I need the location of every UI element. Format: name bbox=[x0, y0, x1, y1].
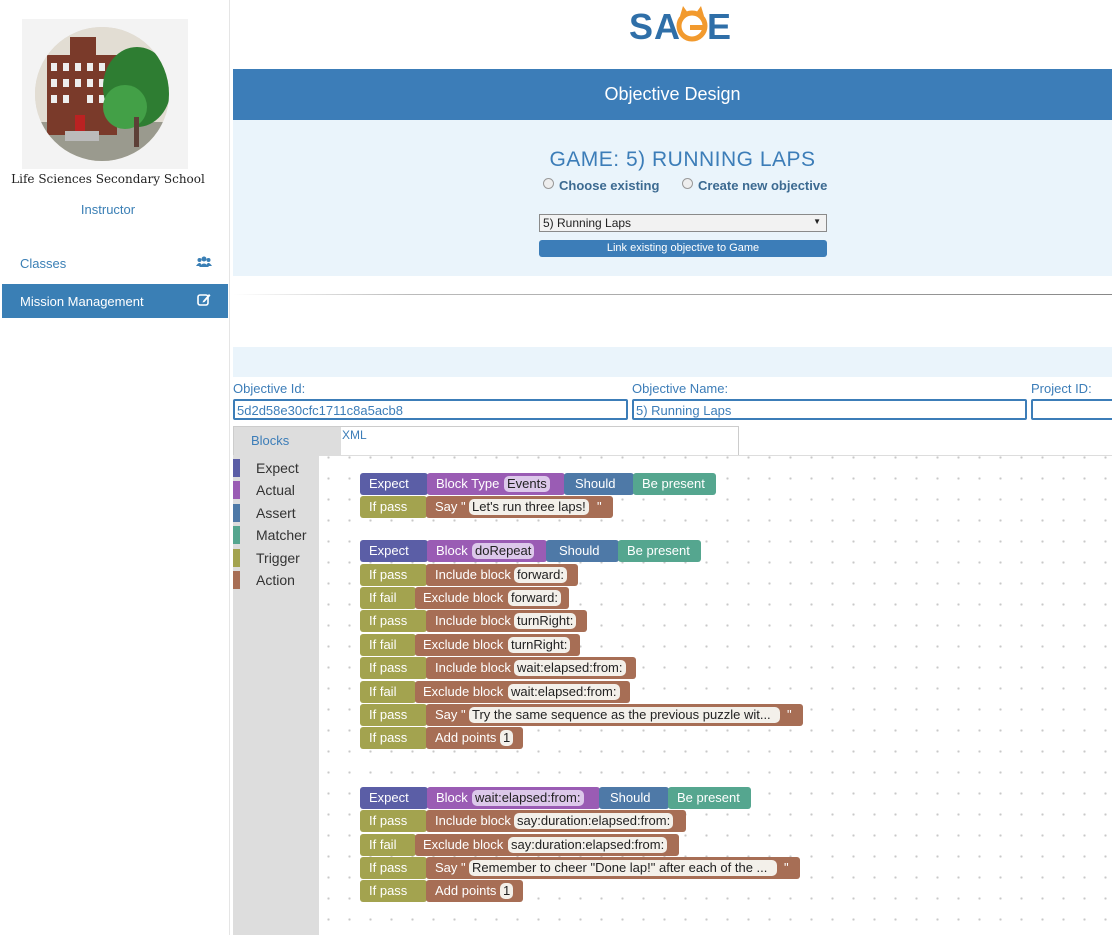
form-header-panel bbox=[233, 347, 1112, 377]
points-value[interactable]: 1 bbox=[500, 883, 514, 899]
editor-tabs: Blocks XML bbox=[233, 426, 739, 457]
should-block[interactable]: Should bbox=[546, 540, 619, 562]
add-points-block[interactable]: Add points 1 bbox=[426, 880, 523, 902]
be-present-block[interactable]: Be present bbox=[668, 787, 751, 809]
say-block[interactable]: Say " Try the same sequence as the previo… bbox=[426, 704, 803, 726]
say-text[interactable]: Remember to cheer "Done lap!" after each… bbox=[469, 860, 777, 876]
if-pass-block[interactable]: If pass bbox=[360, 657, 427, 679]
if-pass-block[interactable]: If pass bbox=[360, 496, 427, 518]
be-present-block[interactable]: Be present bbox=[633, 473, 716, 495]
tab-xml[interactable]: XML bbox=[342, 428, 367, 442]
if-fail-block[interactable]: If fail bbox=[360, 634, 416, 656]
include-block[interactable]: Include block turnRight: bbox=[426, 610, 587, 632]
if-pass-block[interactable]: If pass bbox=[360, 564, 427, 586]
include-value[interactable]: forward: bbox=[514, 567, 567, 583]
objective-name-field[interactable]: 5) Running Laps bbox=[632, 399, 1027, 420]
project-id-field[interactable] bbox=[1031, 399, 1112, 420]
exclude-block[interactable]: Exclude block say:duration:elapsed:from: bbox=[415, 834, 679, 856]
sidebar-item-mission-management[interactable]: Mission Management bbox=[2, 284, 228, 318]
category-label: Actual bbox=[256, 482, 295, 498]
say-text[interactable]: Let's run three laps! bbox=[469, 499, 589, 515]
block-type-value[interactable]: Events bbox=[504, 476, 550, 492]
if-pass-block[interactable]: If pass bbox=[360, 880, 427, 902]
create-new-option[interactable]: Create new objective bbox=[682, 178, 827, 193]
exclude-block[interactable]: Exclude block forward: bbox=[415, 587, 569, 609]
objective-select[interactable]: 5) Running Laps ▼ bbox=[539, 214, 827, 232]
users-icon bbox=[196, 254, 212, 270]
category-label: Assert bbox=[256, 505, 296, 521]
exclude-block[interactable]: Exclude block turnRight: bbox=[415, 634, 580, 656]
points-value[interactable]: 1 bbox=[500, 730, 514, 746]
select-value: 5) Running Laps bbox=[543, 216, 632, 230]
choose-existing-option[interactable]: Choose existing bbox=[543, 178, 659, 193]
if-fail-block[interactable]: If fail bbox=[360, 681, 416, 703]
school-name: Life Sciences Secondary School bbox=[11, 172, 205, 186]
if-pass-block[interactable]: If pass bbox=[360, 610, 427, 632]
objective-name-label: Objective Name: bbox=[632, 381, 729, 396]
include-value[interactable]: wait:elapsed:from: bbox=[514, 660, 626, 676]
be-present-block[interactable]: Be present bbox=[618, 540, 701, 562]
category-label: Matcher bbox=[256, 527, 307, 543]
sidebar: Life Sciences Secondary School Instructo… bbox=[0, 0, 230, 935]
game-title: GAME: 5) RUNNING LAPS bbox=[549, 148, 816, 171]
category-label: Action bbox=[256, 572, 295, 588]
if-pass-block[interactable]: If pass bbox=[360, 727, 427, 749]
say-block[interactable]: Say " Let's run three laps! " bbox=[426, 496, 613, 518]
exclude-value[interactable]: wait:elapsed:from: bbox=[508, 684, 620, 700]
should-block[interactable]: Should bbox=[564, 473, 634, 495]
expect-block[interactable]: Expect bbox=[360, 540, 428, 562]
tab-label: Blocks bbox=[251, 433, 290, 448]
if-fail-block[interactable]: If fail bbox=[360, 834, 416, 856]
say-text[interactable]: Try the same sequence as the previous pu… bbox=[469, 707, 780, 723]
if-pass-block[interactable]: If pass bbox=[360, 857, 427, 879]
tab-blocks[interactable]: Blocks bbox=[234, 427, 341, 457]
svg-text:E: E bbox=[707, 6, 731, 44]
include-value[interactable]: say:duration:elapsed:from: bbox=[514, 813, 674, 829]
block-block[interactable]: Block doRepeat bbox=[427, 540, 547, 562]
block-type-block[interactable]: Block Type Events bbox=[427, 473, 565, 495]
option-label: Choose existing bbox=[559, 178, 660, 193]
include-block[interactable]: Include block say:duration:elapsed:from: bbox=[426, 810, 686, 832]
user-role: Instructor bbox=[80, 202, 136, 217]
divider bbox=[233, 294, 1112, 295]
sidebar-item-label: Mission Management bbox=[20, 294, 144, 309]
category-label: Expect bbox=[256, 460, 299, 476]
block-block[interactable]: Block wait:elapsed:from: bbox=[427, 787, 600, 809]
exclude-block[interactable]: Exclude block wait:elapsed:from: bbox=[415, 681, 630, 703]
exclude-value[interactable]: say:duration:elapsed:from: bbox=[508, 837, 668, 853]
expect-block[interactable]: Expect bbox=[360, 473, 428, 495]
include-value[interactable]: turnRight: bbox=[514, 613, 577, 629]
if-fail-block[interactable]: If fail bbox=[360, 587, 416, 609]
page-banner: Objective Design bbox=[233, 69, 1112, 120]
sidebar-item-label: Classes bbox=[20, 256, 67, 271]
should-block[interactable]: Should bbox=[599, 787, 669, 809]
objective-id-field[interactable]: 5d2d58e30cfc1711c8a5acb8 bbox=[233, 399, 628, 420]
exclude-value[interactable]: forward: bbox=[508, 590, 561, 606]
category-label: Trigger bbox=[256, 550, 300, 566]
expect-block[interactable]: Expect bbox=[360, 787, 428, 809]
add-points-block[interactable]: Add points 1 bbox=[426, 727, 523, 749]
sidebar-item-classes[interactable]: Classes bbox=[2, 246, 228, 280]
if-pass-block[interactable]: If pass bbox=[360, 810, 427, 832]
project-id-label: Project ID: bbox=[1031, 381, 1092, 396]
radio-button[interactable] bbox=[543, 178, 554, 189]
say-block[interactable]: Say " Remember to cheer "Done lap!" after… bbox=[426, 857, 800, 879]
include-block[interactable]: Include block wait:elapsed:from: bbox=[426, 657, 636, 679]
radio-button[interactable] bbox=[682, 178, 693, 189]
option-label: Create new objective bbox=[698, 178, 828, 193]
link-objective-button[interactable]: Link existing objective to Game bbox=[539, 240, 827, 257]
chevron-down-icon: ▼ bbox=[813, 217, 821, 226]
block-value[interactable]: doRepeat bbox=[472, 543, 535, 559]
objective-id-label: Objective Id: bbox=[233, 381, 306, 396]
include-block[interactable]: Include block forward: bbox=[426, 564, 578, 586]
block-value[interactable]: wait:elapsed:from: bbox=[472, 790, 584, 806]
sage-logo: SA E bbox=[628, 4, 738, 47]
school-logo bbox=[22, 19, 188, 169]
svg-text:SA: SA bbox=[629, 6, 681, 44]
exclude-value[interactable]: turnRight: bbox=[508, 637, 571, 653]
edit-icon bbox=[196, 292, 212, 308]
if-pass-block[interactable]: If pass bbox=[360, 704, 427, 726]
